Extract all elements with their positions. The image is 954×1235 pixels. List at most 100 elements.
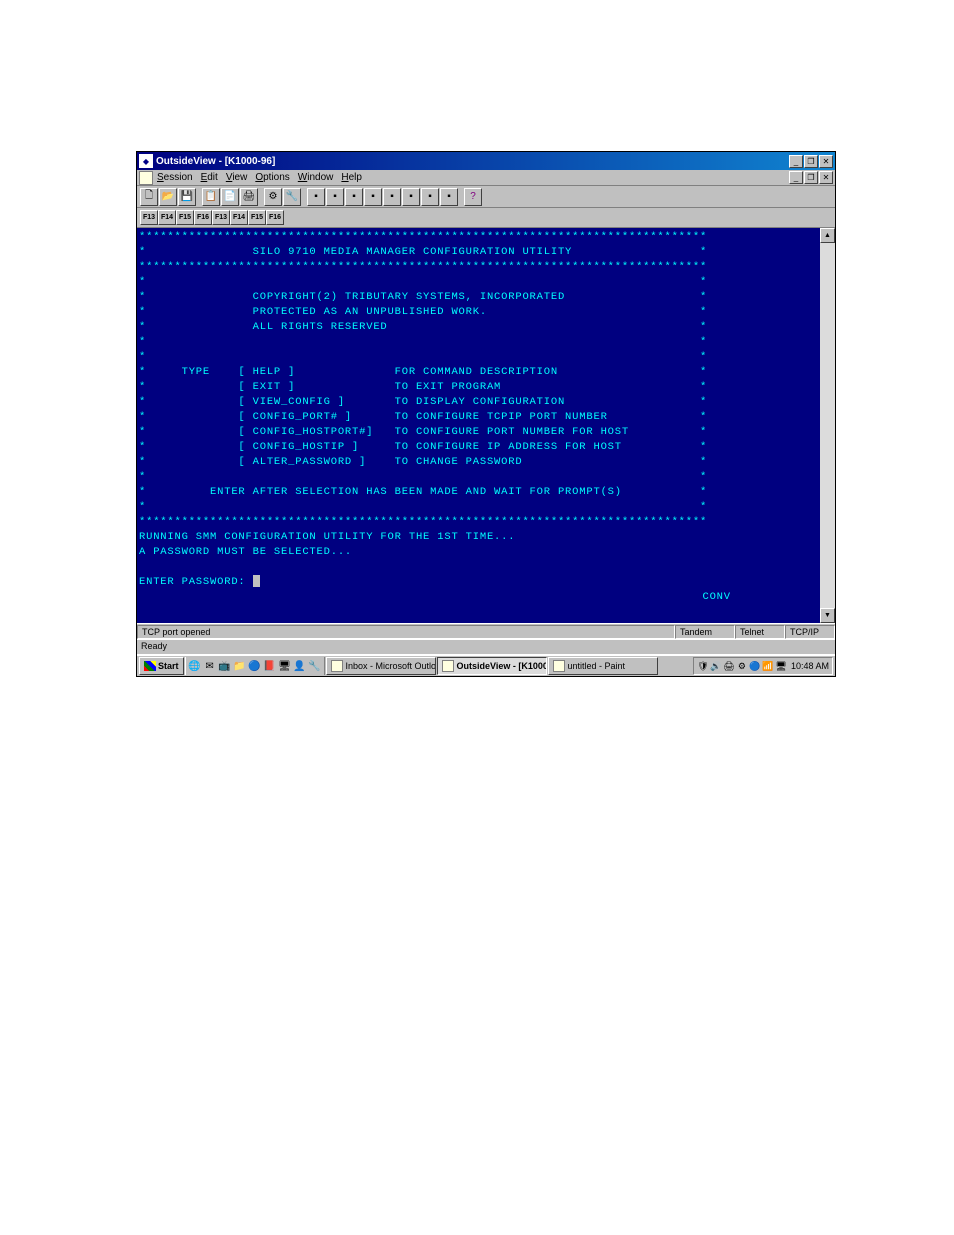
taskbar-task-1[interactable]: Inbox - Microsoft Outlook — [326, 657, 436, 675]
outer-minimize-button[interactable]: _ — [789, 155, 803, 168]
outer-titlebar: ◆ OutsideView - [K1000-96] _ ❐ ✕ — [137, 152, 835, 170]
fkey-f15a[interactable]: F15 — [176, 210, 194, 225]
tray-icon-7[interactable]: 🖥 — [775, 660, 787, 672]
copy-icon[interactable]: 📋 — [202, 188, 220, 206]
vertical-scrollbar[interactable]: ▲ ▼ — [820, 228, 835, 623]
t-line: * ENTER AFTER SELECTION HAS BEEN MADE AN… — [139, 486, 707, 498]
t-line: ****************************************… — [139, 231, 707, 243]
fkey-f13a[interactable]: F13 — [140, 210, 158, 225]
paste-icon[interactable]: 📄 — [221, 188, 239, 206]
ql-icon-4[interactable]: 📁 — [233, 659, 247, 673]
tray-icon-4[interactable]: ⚙ — [736, 660, 748, 672]
tool3-icon[interactable]: ▪ — [345, 188, 363, 206]
scroll-track[interactable] — [820, 243, 835, 608]
status-tcpip: TCP/IP — [785, 625, 835, 639]
scroll-up-icon[interactable]: ▲ — [820, 228, 835, 243]
fkey-f14a[interactable]: F14 — [158, 210, 176, 225]
system-tray: 🛡 🔊 🖨 ⚙ 🔵 📶 🖥 10:48 AM — [693, 657, 833, 675]
cursor — [253, 575, 260, 587]
app-window: ◆ OutsideView - [K1000-96] _ ❐ ✕ Session… — [136, 151, 836, 677]
outer-close-button[interactable]: ✕ — [819, 155, 833, 168]
t-line: * [ ALTER_PASSWORD ] TO CHANGE PASSWORD … — [139, 456, 707, 468]
task2-label: OutsideView - [K1000... — [457, 661, 547, 671]
help-icon[interactable]: ? — [464, 188, 482, 206]
print-icon[interactable]: 🖨 — [240, 188, 258, 206]
tool7-icon[interactable]: ▪ — [421, 188, 439, 206]
mdi-maximize-button[interactable]: ❐ — [804, 171, 818, 184]
t-line: * [ CONFIG_HOSTPORT#] TO CONFIGURE PORT … — [139, 426, 707, 438]
t-line: * [ CONFIG_HOSTIP ] TO CONFIGURE IP ADDR… — [139, 441, 707, 453]
tray-clock[interactable]: 10:48 AM — [791, 661, 829, 671]
status-tandem: Tandem — [675, 625, 735, 639]
terminal[interactable]: ****************************************… — [137, 228, 820, 623]
mdi-close-button[interactable]: ✕ — [819, 171, 833, 184]
new-icon[interactable]: 🗋 — [140, 188, 158, 206]
taskbar: Start 🌐 ✉ 📺 📁 🔵 📕 🖥 👤 🔧 Inbox - Microsof… — [137, 654, 835, 676]
menu-view[interactable]: View — [226, 172, 248, 183]
menu-options[interactable]: Options — [255, 172, 289, 183]
tool2-icon[interactable]: ▪ — [326, 188, 344, 206]
t-line: * [ VIEW_CONFIG ] TO DISPLAY CONFIGURATI… — [139, 396, 707, 408]
windows-flag-icon — [144, 661, 156, 671]
menu-window[interactable]: Window — [298, 172, 334, 183]
t-line: * * — [139, 501, 707, 513]
taskbar-task-3[interactable]: untitled - Paint — [548, 657, 658, 675]
paint-icon — [553, 660, 565, 672]
t-line: * PROTECTED AS AN UNPUBLISHED WORK. * — [139, 306, 707, 318]
fkey-f15b[interactable]: F15 — [248, 210, 266, 225]
outlook-icon — [331, 660, 343, 672]
fkey-f13b[interactable]: F13 — [212, 210, 230, 225]
fkey-f16b[interactable]: F16 — [266, 210, 284, 225]
config-icon[interactable]: ⚙ — [264, 188, 282, 206]
t-line: * TYPE [ HELP ] FOR COMMAND DESCRIPTION … — [139, 366, 707, 378]
tool5-icon[interactable]: ▪ — [383, 188, 401, 206]
menu-help[interactable]: Help — [341, 172, 362, 183]
terminal-container: ****************************************… — [137, 228, 835, 623]
t-line: * [ CONFIG_PORT# ] TO CONFIGURE TCPIP PO… — [139, 411, 707, 423]
taskbar-task-2[interactable]: OutsideView - [K1000... — [437, 657, 547, 675]
start-label: Start — [158, 661, 179, 671]
t-line: * COPYRIGHT(2) TRIBUTARY SYSTEMS, INCORP… — [139, 291, 707, 303]
tray-icon-2[interactable]: 🔊 — [710, 660, 722, 672]
tray-icon-6[interactable]: 📶 — [762, 660, 774, 672]
status-telnet: Telnet — [735, 625, 785, 639]
ql-icon-2[interactable]: ✉ — [203, 659, 217, 673]
t-line: ****************************************… — [139, 261, 707, 273]
menu-edit[interactable]: Edit — [201, 172, 218, 183]
fkey-f14b[interactable]: F14 — [230, 210, 248, 225]
task1-label: Inbox - Microsoft Outlook — [346, 661, 436, 671]
ql-icon-9[interactable]: 🔧 — [308, 659, 322, 673]
save-icon[interactable]: 💾 — [178, 188, 196, 206]
ql-icon-6[interactable]: 📕 — [263, 659, 277, 673]
ql-icon-8[interactable]: 👤 — [293, 659, 307, 673]
tray-icon-1[interactable]: 🛡 — [697, 660, 709, 672]
ql-icon-7[interactable]: 🖥 — [278, 659, 292, 673]
t-line: * * — [139, 276, 707, 288]
start-button[interactable]: Start — [139, 657, 184, 675]
menu-session[interactable]: Session — [157, 172, 193, 183]
window-title: OutsideView - [K1000-96] — [156, 156, 789, 167]
mdi-icon — [139, 171, 153, 185]
t-line: ****************************************… — [139, 516, 707, 528]
ql-icon-5[interactable]: 🔵 — [248, 659, 262, 673]
tray-icon-5[interactable]: 🔵 — [749, 660, 761, 672]
ql-icon-1[interactable]: 🌐 — [188, 659, 202, 673]
tray-icon-3[interactable]: 🖨 — [723, 660, 735, 672]
mdi-minimize-button[interactable]: _ — [789, 171, 803, 184]
tool4-icon[interactable]: ▪ — [364, 188, 382, 206]
tool1-icon[interactable]: ▪ — [307, 188, 325, 206]
t-prompt: ENTER PASSWORD: — [139, 576, 253, 588]
tool6-icon[interactable]: ▪ — [402, 188, 420, 206]
t-line: * ALL RIGHTS RESERVED * — [139, 321, 707, 333]
open-icon[interactable]: 📂 — [159, 188, 177, 206]
fkey-f16a[interactable]: F16 — [194, 210, 212, 225]
tool8-icon[interactable]: ▪ — [440, 188, 458, 206]
settings-icon[interactable]: 🔧 — [283, 188, 301, 206]
t-line: RUNNING SMM CONFIGURATION UTILITY FOR TH… — [139, 531, 515, 543]
scroll-down-icon[interactable]: ▼ — [820, 608, 835, 623]
t-line: * [ EXIT ] TO EXIT PROGRAM * — [139, 381, 707, 393]
ql-icon-3[interactable]: 📺 — [218, 659, 232, 673]
status-bar-1: TCP port opened Tandem Telnet TCP/IP — [137, 623, 835, 639]
t-line: * * — [139, 351, 707, 363]
outer-maximize-button[interactable]: ❐ — [804, 155, 818, 168]
